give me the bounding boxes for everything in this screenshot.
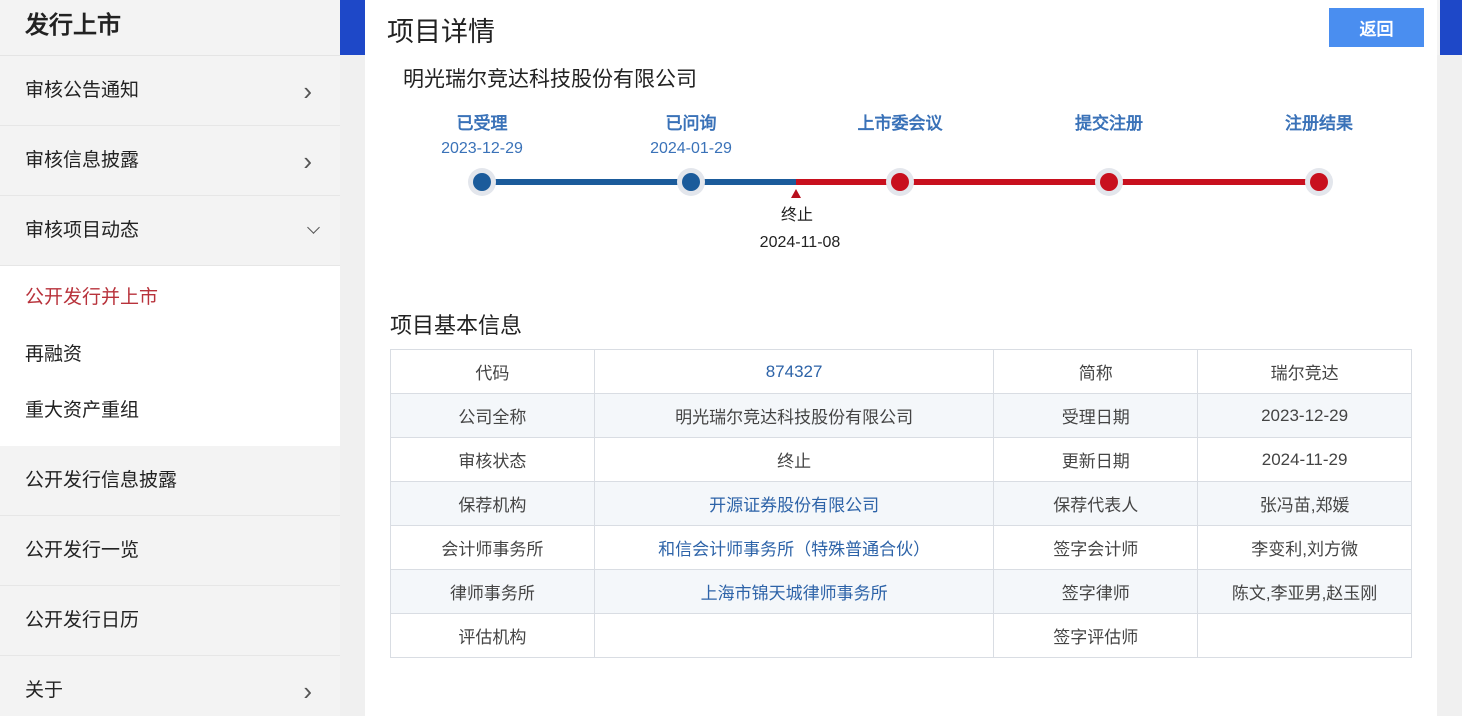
table-label-cell: 保荐机构	[390, 481, 595, 526]
timeline-stage-label: 已问询	[665, 114, 717, 133]
table-row: 代码 874327 简称 瑞尔竞达	[390, 349, 1412, 394]
table-label-cell: 更新日期	[993, 437, 1199, 482]
table-value-cell	[593, 613, 995, 658]
timeline-stage: 已问询 2024-01-29	[611, 111, 771, 161]
sidebar-item[interactable]: 公开发行一览	[0, 516, 340, 586]
sidebar-item[interactable]: 公开发行信息披露	[0, 446, 340, 516]
sidebar-item-label: 关于	[25, 679, 64, 701]
table-label-cell: 保荐代表人	[993, 481, 1199, 526]
timeline-stage-label: 提交注册	[1075, 114, 1143, 133]
table-value-cell	[1197, 613, 1412, 658]
sidebar-item[interactable]: 关于	[0, 656, 340, 716]
table-value-cell: 陈文,李亚男,赵玉刚	[1197, 569, 1412, 614]
timeline-stage-label: 已受理	[456, 114, 508, 133]
table-value-cell[interactable]: 上海市锦天城律师事务所	[593, 569, 995, 614]
progress-timeline: 终止 2024-11-08 已受理 2023-12-29 已问询 2024-01-29…	[365, 105, 1437, 265]
table-label-cell: 律师事务所	[390, 569, 595, 614]
timeline-stage: 上市委会议	[820, 111, 980, 161]
timeline-track-pending	[900, 179, 1109, 185]
table-value-cell: 李变利,刘方微	[1197, 525, 1412, 570]
sidebar-subitem[interactable]: 重大资产重组	[0, 383, 340, 440]
table-label-cell: 签字会计师	[993, 525, 1199, 570]
timeline-stage-date	[820, 137, 980, 161]
table-label-cell: 代码	[390, 349, 595, 394]
table-row: 保荐机构 开源证券股份有限公司 保荐代表人 张冯苗,郑媛	[390, 481, 1412, 526]
timeline-stage: 已受理 2023-12-29	[402, 111, 562, 161]
timeline-node-icon	[1095, 168, 1123, 196]
sidebar-item-label: 审核信息披露	[25, 150, 140, 171]
sidebar-title: 发行上市	[0, 0, 340, 56]
sidebar-item[interactable]: 公开发行日历	[0, 586, 340, 656]
table-value-cell: 2024-11-29	[1197, 437, 1412, 482]
timeline-track-pending	[796, 179, 900, 185]
sidebar-item-label: 公开发行信息披露	[25, 469, 178, 491]
timeline-track-done	[482, 179, 691, 185]
chevron-right-icon	[303, 56, 312, 129]
timeline-stage-date: 2023-12-29	[441, 140, 523, 157]
table-value-cell[interactable]: 874327	[593, 349, 995, 394]
chevron-right-icon	[303, 126, 312, 199]
table-label-cell: 受理日期	[993, 393, 1199, 438]
termination-date: 2024-11-08	[759, 234, 841, 251]
timeline-node-icon	[677, 168, 705, 196]
timeline-stage-date: 2024-01-29	[650, 140, 732, 157]
sidebar-item[interactable]: 审核公告通知	[0, 56, 340, 126]
sidebar-item-label: 审核项目动态	[25, 220, 140, 241]
timeline-track-pending	[1109, 179, 1319, 185]
chevron-down-icon	[307, 221, 320, 234]
timeline-stage: 提交注册	[1029, 111, 1189, 161]
timeline-stage-label: 注册结果	[1285, 114, 1353, 133]
timeline-stage-label: 上市委会议	[857, 114, 943, 133]
sidebar-item[interactable]: 审核项目动态	[0, 196, 340, 266]
timeline-node-icon	[468, 168, 496, 196]
timeline-stage-date	[1029, 137, 1189, 161]
termination-label: 终止	[780, 207, 813, 224]
table-value-cell[interactable]: 开源证券股份有限公司	[593, 481, 995, 526]
basic-info-table: 代码 874327 简称 瑞尔竞达 公司全称 明光瑞尔竞达科技股份有限公司 受理日期 2023…	[390, 349, 1412, 658]
timeline-node-icon	[886, 168, 914, 196]
timeline-stage-date	[1239, 137, 1399, 161]
main-panel: 项目详情 返回 明光瑞尔竞达科技股份有限公司 终止 2024-11-08 已受理…	[365, 0, 1437, 716]
sidebar-item-label: 公开发行一览	[25, 539, 140, 561]
table-label-cell: 会计师事务所	[390, 525, 595, 570]
table-value-cell[interactable]: 和信会计师事务所（特殊普通合伙）	[593, 525, 995, 570]
table-value-cell: 终止	[593, 437, 995, 482]
table-value-cell: 张冯苗,郑媛	[1197, 481, 1412, 526]
back-button[interactable]: 返回	[1329, 8, 1424, 47]
table-row: 律师事务所 上海市锦天城律师事务所 签字律师 陈文,李亚男,赵玉刚	[390, 569, 1412, 614]
timeline-track-done	[691, 179, 796, 185]
table-row: 会计师事务所 和信会计师事务所（特殊普通合伙） 签字会计师 李变利,刘方微	[390, 525, 1412, 570]
sidebar-subitem[interactable]: 再融资	[0, 327, 340, 384]
table-row: 审核状态 终止 更新日期 2024-11-29	[390, 437, 1412, 482]
sidebar-item-label: 审核公告通知	[25, 80, 140, 101]
table-row: 评估机构 签字评估师	[390, 613, 1412, 658]
table-label-cell: 评估机构	[390, 613, 595, 658]
table-label-cell: 简称	[993, 349, 1199, 394]
sidebar-item[interactable]: 审核信息披露	[0, 126, 340, 196]
sidebar: 发行上市 审核公告通知审核信息披露审核项目动态 公开发行并上市再融资重大资产重组…	[0, 0, 340, 716]
table-value-cell: 明光瑞尔竞达科技股份有限公司	[593, 393, 995, 438]
section-title-basic-info: 项目基本信息	[390, 313, 523, 338]
table-value-cell: 2023-12-29	[1197, 393, 1412, 438]
company-name: 明光瑞尔竞达科技股份有限公司	[403, 68, 697, 91]
table-label-cell: 签字评估师	[993, 613, 1199, 658]
table-value-cell: 瑞尔竞达	[1197, 349, 1412, 394]
chevron-right-icon	[303, 656, 312, 716]
sidebar-subitem[interactable]: 公开发行并上市	[0, 270, 340, 327]
table-label-cell: 公司全称	[390, 393, 595, 438]
table-row: 公司全称 明光瑞尔竞达科技股份有限公司 受理日期 2023-12-29	[390, 393, 1412, 438]
sub-nav-list: 公开发行并上市 再融资 重大资产重组	[0, 266, 340, 446]
table-label-cell: 审核状态	[390, 437, 595, 482]
termination-marker-icon	[791, 189, 801, 198]
sidebar-item-label: 公开发行日历	[25, 609, 140, 631]
timeline-stage: 注册结果	[1239, 111, 1399, 161]
page-title: 项目详情	[387, 17, 495, 47]
timeline-node-icon	[1305, 168, 1333, 196]
table-label-cell: 签字律师	[993, 569, 1199, 614]
